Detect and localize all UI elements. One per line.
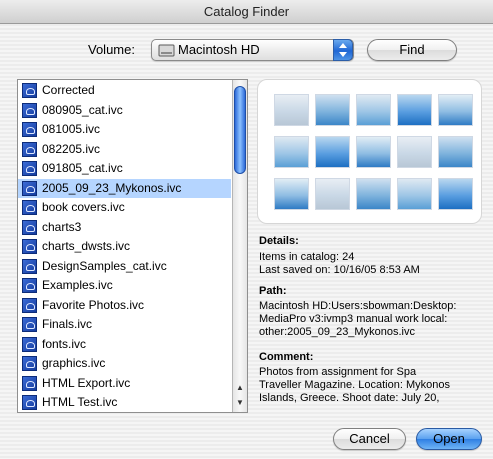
photo-thumbnail bbox=[397, 136, 432, 168]
comment-line: Photos from assignment for Spa bbox=[259, 366, 417, 378]
photo-thumbnail bbox=[397, 178, 432, 210]
hard-drive-icon bbox=[158, 44, 175, 57]
list-item-label: charts_dwsts.ivc bbox=[42, 239, 131, 253]
list-item[interactable]: Favorite Photos.ivc bbox=[18, 296, 231, 316]
list-item[interactable]: book covers.ivc bbox=[18, 198, 231, 218]
photo-thumbnail bbox=[438, 178, 473, 210]
catalog-file-icon bbox=[22, 317, 37, 332]
details-heading: Details: bbox=[259, 235, 299, 247]
catalog-file-icon bbox=[22, 239, 37, 254]
details-items: Items in catalog: 24 bbox=[259, 251, 355, 263]
photo-thumbnail bbox=[438, 94, 473, 126]
list-item-label: fonts.ivc bbox=[42, 336, 87, 351]
catalog-file-icon bbox=[22, 336, 37, 352]
photo-thumbnail bbox=[315, 178, 350, 210]
volume-label: Volume: bbox=[88, 42, 135, 57]
catalog-file-icon bbox=[22, 278, 37, 293]
list-item-label: 091805_cat.ivc bbox=[42, 161, 123, 175]
list-item[interactable]: charts_dwsts.ivc bbox=[18, 237, 231, 257]
photo-thumbnail bbox=[397, 94, 432, 126]
list-item[interactable]: 2005_09_23_Mykonos.ivc bbox=[18, 178, 231, 198]
path-heading: Path: bbox=[259, 285, 287, 297]
comment-line: Traveller Magazine. Location: Mykonos bbox=[259, 379, 450, 391]
list-item-label: graphics.ivc bbox=[42, 356, 106, 370]
photo-thumbnail bbox=[438, 136, 473, 168]
scroll-down-arrow-icon[interactable]: ▼ bbox=[233, 396, 247, 410]
details-saved: Last saved on: 10/16/05 8:53 AM bbox=[259, 264, 420, 276]
path-line: MediaPro v3:ivmp3 manual work local: bbox=[259, 313, 448, 325]
photo-thumbnail bbox=[274, 178, 309, 210]
catalog-file-icon bbox=[22, 122, 37, 137]
comment-line: Islands, Greece. Shoot date: July 20, bbox=[259, 392, 440, 404]
list-item-label: Finals.ivc bbox=[42, 317, 93, 331]
cancel-button[interactable]: Cancel bbox=[333, 428, 406, 450]
comment-heading: Comment: bbox=[259, 351, 314, 363]
photo-thumbnail bbox=[274, 94, 309, 126]
photo-thumbnail bbox=[356, 94, 391, 126]
list-item-label: HTML Export.ivc bbox=[42, 375, 131, 390]
list-item-label: 2005_09_23_Mykonos.ivc bbox=[42, 180, 182, 195]
catalog-file-icon bbox=[22, 83, 37, 98]
scroll-up-arrow-icon[interactable]: ▲ bbox=[233, 381, 247, 395]
catalog-file-icon bbox=[22, 375, 37, 391]
list-item[interactable]: Finals.ivc bbox=[18, 315, 231, 335]
catalog-file-icon bbox=[22, 141, 37, 157]
list-item-label: charts3 bbox=[42, 219, 82, 234]
photo-thumbnail bbox=[315, 94, 350, 126]
catalog-file-icon bbox=[22, 258, 37, 274]
catalog-file-icon bbox=[22, 297, 37, 313]
list-item[interactable]: Examples.ivc bbox=[18, 276, 231, 296]
list-item[interactable]: HTML Test.ivc bbox=[18, 393, 231, 412]
list-item[interactable]: DesignSamples_cat.ivc bbox=[18, 257, 231, 277]
catalog-file-icon bbox=[22, 356, 37, 371]
list-item-label: book covers.ivc bbox=[42, 200, 125, 214]
catalog-file-icon bbox=[22, 219, 37, 235]
catalog-file-icon bbox=[22, 161, 37, 176]
list-item[interactable]: 091805_cat.ivc bbox=[18, 159, 231, 179]
find-button[interactable]: Find bbox=[367, 39, 457, 61]
photo-thumbnail bbox=[356, 178, 391, 210]
volume-popup[interactable]: Macintosh HD bbox=[151, 39, 354, 61]
list-item-label: Corrected bbox=[42, 83, 95, 97]
list-item[interactable]: 082205.ivc bbox=[18, 140, 231, 160]
list-item-label: Favorite Photos.ivc bbox=[42, 297, 145, 312]
vertical-scrollbar[interactable]: ▲ ▼ bbox=[232, 80, 247, 412]
list-item[interactable]: fonts.ivc bbox=[18, 335, 231, 355]
catalog-file-icon bbox=[22, 102, 37, 118]
open-button[interactable]: Open bbox=[416, 428, 482, 450]
list-item[interactable]: HTML Export.ivc bbox=[18, 374, 231, 394]
volume-row: Volume: Macintosh HD Find bbox=[0, 38, 493, 62]
catalog-file-icon bbox=[22, 200, 37, 215]
list-item-label: 081005.ivc bbox=[42, 122, 101, 136]
popup-arrows-icon[interactable] bbox=[333, 39, 353, 61]
scrollbar-thumb[interactable] bbox=[234, 86, 246, 174]
list-item-label: DesignSamples_cat.ivc bbox=[42, 258, 167, 273]
list-item-label: Examples.ivc bbox=[42, 278, 113, 292]
list-item[interactable]: 080905_cat.ivc bbox=[18, 101, 231, 121]
catalog-list[interactable]: Corrected 080905_cat.ivc 081005.ivc 082205.… bbox=[17, 79, 248, 413]
window-title: Catalog Finder bbox=[0, 0, 493, 24]
list-item[interactable]: graphics.ivc bbox=[18, 354, 231, 374]
list-item[interactable]: Corrected bbox=[18, 81, 231, 101]
volume-selected: Macintosh HD bbox=[178, 42, 260, 57]
list-item-label: 080905_cat.ivc bbox=[42, 102, 123, 117]
list-item-label: HTML Test.ivc bbox=[42, 395, 118, 409]
catalog-file-icon bbox=[22, 180, 37, 196]
path-line: Macintosh HD:Users:sbowman:Desktop: bbox=[259, 300, 457, 312]
photo-thumbnail bbox=[315, 136, 350, 168]
photo-thumbnail bbox=[356, 136, 391, 168]
thumbnail-preview bbox=[257, 79, 482, 224]
photo-thumbnail bbox=[274, 136, 309, 168]
list-item-label: 082205.ivc bbox=[42, 141, 101, 156]
catalog-file-icon bbox=[22, 395, 37, 410]
list-item[interactable]: charts3 bbox=[18, 218, 231, 238]
list-item[interactable]: 081005.ivc bbox=[18, 120, 231, 140]
path-line: other:2005_09_23_Mykonos.ivc bbox=[259, 326, 415, 338]
